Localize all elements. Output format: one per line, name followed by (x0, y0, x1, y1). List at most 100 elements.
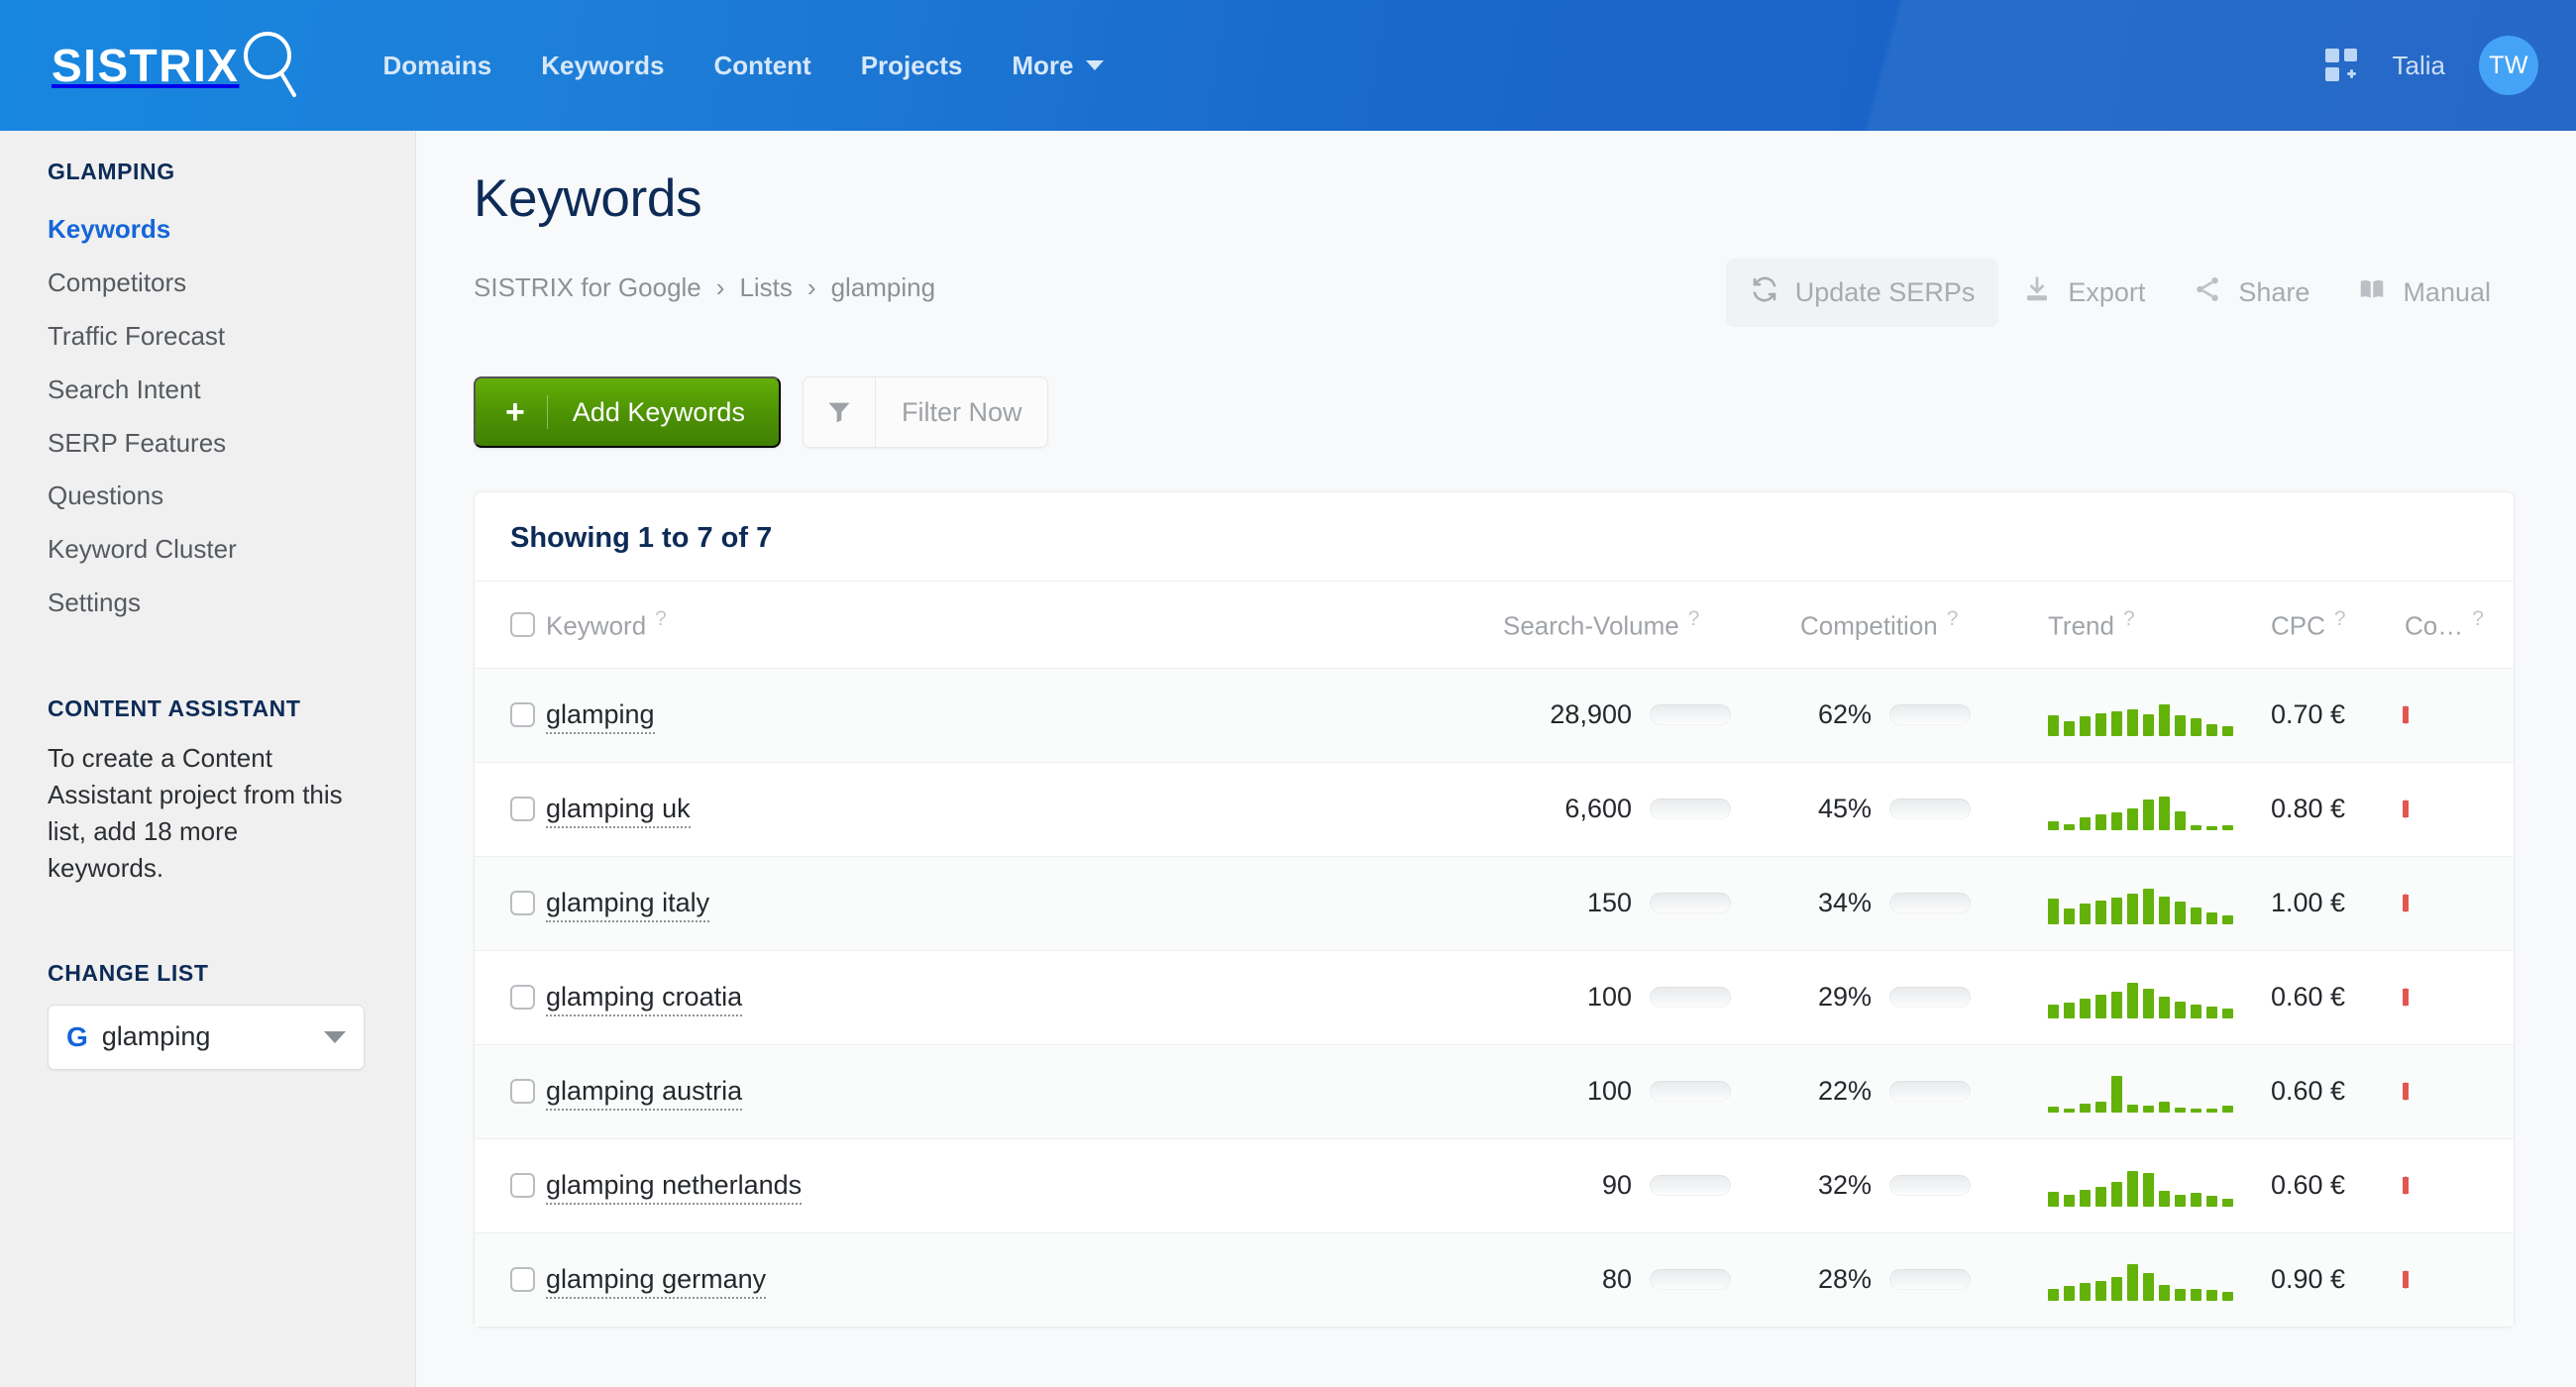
nav-item-projects[interactable]: Projects (836, 53, 988, 78)
breadcrumb-item-current: glamping (830, 272, 936, 302)
uk-flag-icon (2401, 893, 2411, 912)
sidebar: GLAMPING Keywords Competitors Traffic Fo… (0, 131, 416, 1387)
row-checkbox[interactable] (510, 891, 535, 916)
search-volume-cell: 150 (1503, 856, 1800, 950)
help-icon[interactable]: ? (2334, 607, 2346, 630)
nav-item-more[interactable]: More (987, 53, 1128, 78)
competition-cell: 34% (1800, 856, 2048, 950)
help-icon[interactable]: ? (2123, 607, 2135, 630)
cpc-cell: 0.60 € (2271, 1138, 2405, 1232)
nav-item-domains[interactable]: Domains (358, 53, 516, 78)
keyword-link[interactable]: glamping germany (546, 1264, 767, 1300)
column-cpc[interactable]: CPC? (2271, 582, 2405, 669)
trend-sparkline (2048, 1165, 2271, 1207)
sidebar-item-traffic-forecast[interactable]: Traffic Forecast (48, 310, 415, 364)
keyword-link[interactable]: glamping austria (546, 1076, 743, 1112)
search-volume-bar (1650, 987, 1731, 1009)
keyword-link[interactable]: glamping netherlands (546, 1170, 803, 1206)
breadcrumb-item-lists[interactable]: Lists (739, 272, 792, 303)
keyword-link[interactable]: glamping croatia (546, 982, 743, 1017)
sidebar-item-settings[interactable]: Settings (48, 577, 415, 630)
help-icon[interactable]: ? (1688, 607, 1700, 630)
column-trend[interactable]: Trend? (2048, 582, 2271, 669)
user-name-label[interactable]: Talia (2393, 51, 2445, 81)
trend-sparkline (2048, 1071, 2271, 1113)
export-button[interactable]: Export (1998, 259, 2169, 327)
cpc-value: 1.00 € (2271, 888, 2346, 918)
uk-flag-icon (2401, 987, 2411, 1007)
column-country[interactable]: Co…? (2405, 582, 2514, 669)
table-row[interactable]: glamping italy 150 34% 1.00 € (475, 856, 2514, 951)
add-keywords-button[interactable]: + Add Keywords (474, 376, 781, 448)
trend-bar (2095, 1102, 2106, 1113)
column-label: Keyword (546, 610, 647, 641)
nav-label: Content (713, 51, 811, 80)
help-icon[interactable]: ? (2472, 607, 2484, 630)
help-icon[interactable]: ? (1947, 607, 1959, 630)
table-row[interactable]: glamping 28,900 62% 0.70 € (475, 668, 2514, 763)
table-row[interactable]: glamping uk 6,600 45% 0.80 € (475, 762, 2514, 857)
apps-grid-plus-icon[interactable] (2324, 49, 2359, 82)
competition-value: 45% (1817, 794, 1872, 824)
trend-bar (2175, 811, 2186, 830)
search-volume-cell: 100 (1503, 950, 1800, 1044)
row-checkbox[interactable] (510, 1267, 535, 1293)
table-row[interactable]: glamping germany 80 28% 0.90 € (475, 1232, 2514, 1327)
sidebar-item-keywords[interactable]: Keywords (48, 203, 415, 257)
row-select-cell (475, 950, 546, 1044)
sidebar-item-serp-features[interactable]: SERP Features (48, 417, 415, 471)
row-checkbox[interactable] (510, 702, 535, 728)
table-row[interactable]: glamping austria 100 22% 0.60 € (475, 1044, 2514, 1139)
update-serps-button[interactable]: Update SERPs (1725, 259, 1999, 327)
row-checkbox[interactable] (510, 1173, 535, 1199)
help-icon[interactable]: ? (655, 607, 667, 630)
search-volume-cell: 28,900 (1503, 668, 1800, 762)
keyword-cell: glamping italy (546, 856, 1503, 950)
competition-cell: 28% (1800, 1232, 2048, 1327)
trend-bar (2143, 713, 2154, 736)
trend-sparkline (2048, 789, 2271, 830)
row-checkbox[interactable] (510, 797, 535, 822)
row-select-cell (475, 856, 546, 950)
page-title: Keywords (474, 169, 702, 228)
trend-bar (2206, 1108, 2217, 1113)
row-checkbox[interactable] (510, 985, 535, 1011)
cpc-value: 0.60 € (2271, 982, 2346, 1013)
country-cell (2401, 1232, 2514, 1327)
plus-icon: + (505, 393, 525, 431)
trend-bar (2111, 1277, 2122, 1301)
keyword-link[interactable]: glamping (546, 699, 655, 735)
trend-bar (2159, 703, 2170, 736)
change-list-heading: CHANGE LIST (48, 959, 209, 986)
manual-button[interactable]: Manual (2333, 259, 2515, 327)
keyword-link[interactable]: glamping italy (546, 888, 710, 923)
trend-bar (2080, 1103, 2091, 1113)
sidebar-item-questions[interactable]: Questions (48, 470, 415, 523)
nav-item-keywords[interactable]: Keywords (516, 53, 689, 78)
sidebar-item-search-intent[interactable]: Search Intent (48, 364, 415, 417)
uk-flag-icon (2401, 1081, 2411, 1101)
trend-bar (2095, 1186, 2106, 1207)
keyword-cell: glamping netherlands (546, 1138, 1503, 1232)
row-checkbox[interactable] (510, 1079, 535, 1105)
filter-now-button[interactable]: Filter Now (802, 376, 1049, 448)
avatar[interactable]: TW (2479, 36, 2538, 95)
sistrix-logo[interactable]: SISTRIX (52, 28, 298, 104)
select-all-checkbox[interactable] (510, 611, 535, 637)
nav-item-content[interactable]: Content (690, 53, 836, 78)
breadcrumb-item-root[interactable]: SISTRIX for Google (474, 272, 701, 303)
column-label: Search-Volume (1503, 610, 1679, 641)
competition-value: 28% (1817, 1264, 1872, 1295)
change-list-dropdown[interactable]: G glamping (48, 1004, 365, 1070)
sidebar-item-keyword-cluster[interactable]: Keyword Cluster (48, 523, 415, 577)
column-competition[interactable]: Competition? (1800, 582, 2048, 669)
column-search-volume[interactable]: Search-Volume? (1503, 582, 1800, 669)
trend-bar (2175, 1288, 2186, 1301)
share-button[interactable]: Share (2169, 259, 2333, 327)
keyword-link[interactable]: glamping uk (546, 794, 691, 829)
table-row[interactable]: glamping croatia 100 29% 0.60 € (475, 950, 2514, 1045)
sidebar-item-competitors[interactable]: Competitors (48, 257, 415, 310)
funnel-icon[interactable] (804, 398, 875, 426)
table-row[interactable]: glamping netherlands 90 32% 0.60 € (475, 1138, 2514, 1233)
column-keyword[interactable]: Keyword? (546, 582, 1503, 669)
